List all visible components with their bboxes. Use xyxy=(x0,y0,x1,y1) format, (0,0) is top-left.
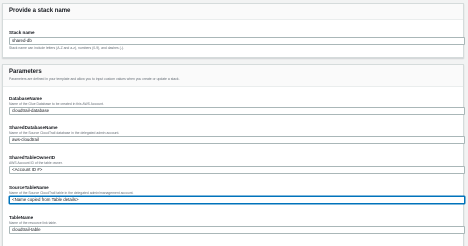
table-name-input[interactable]: cloudtrail-table xyxy=(9,226,465,234)
param-description: Name of the resource link table. xyxy=(9,221,57,225)
parameters-subtitle: Parameters are defined in your template … xyxy=(9,77,180,81)
shared-database-name-input[interactable]: aws-cloudtrail xyxy=(9,136,465,144)
stack-name-hint: Stack name can include letters (A-Z and … xyxy=(9,46,124,50)
source-table-name-input[interactable]: <Name copied from Table details> xyxy=(9,196,465,204)
database-name-input[interactable]: cloudtrail-database xyxy=(9,107,465,115)
parameters-panel: Parameters Parameters are defined in you… xyxy=(2,64,465,246)
stack-name-field: Stack name shared-db Stack name can incl… xyxy=(9,30,465,50)
stack-name-input[interactable]: shared-db xyxy=(9,37,465,45)
param-description: AWS Account ID of the table owner. xyxy=(9,161,63,165)
param-source-table-name: SourceTableName Name of the Source Cloud… xyxy=(9,185,465,204)
parameters-panel-header: Parameters Parameters are defined in you… xyxy=(3,65,463,87)
stack-name-label: Stack name xyxy=(9,30,35,35)
param-description: Name of the Source CloudTrail database i… xyxy=(9,131,120,135)
param-description: Name of the Source CloudTrail table in t… xyxy=(9,191,134,195)
parameters-title: Parameters xyxy=(9,69,42,75)
param-shared-database-name: SharedDatabaseName Name of the Source Cl… xyxy=(9,125,465,144)
stack-name-panel: Provide a stack name Stack name shared-d… xyxy=(2,3,465,58)
param-description: Name of the Glue Database to be created … xyxy=(9,102,104,106)
param-database-name: DatabaseName Name of the Glue Database t… xyxy=(9,96,465,115)
shared-table-owner-id-input[interactable]: <Account ID #> xyxy=(9,166,465,174)
stack-name-panel-title: Provide a stack name xyxy=(3,4,463,20)
param-table-name: TableName Name of the resource link tabl… xyxy=(9,215,465,234)
param-shared-table-owner-id: SharedTableOwnerID AWS Account ID of the… xyxy=(9,155,465,174)
